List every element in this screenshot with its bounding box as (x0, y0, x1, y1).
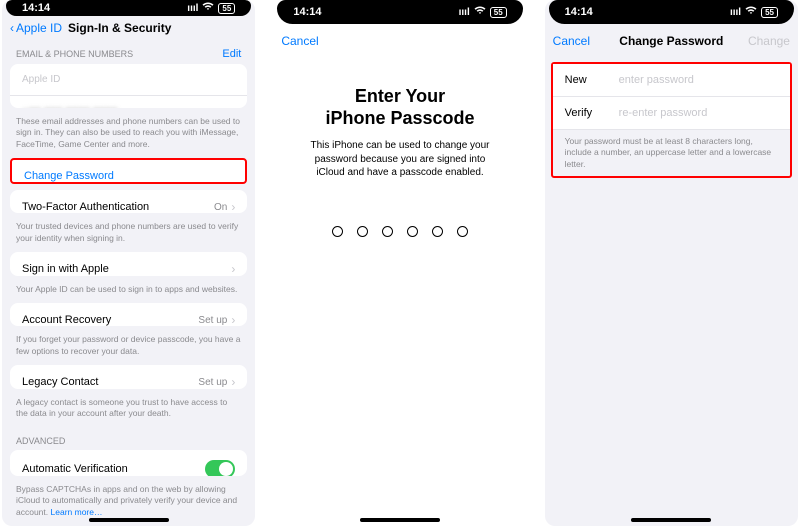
home-indicator[interactable] (631, 518, 711, 522)
signal-icon: ıııl (459, 7, 470, 18)
autoverify-row: Automatic Verification (10, 450, 247, 476)
password-form: New Verify Your password must be at leas… (551, 62, 792, 178)
signal-icon: ıııl (730, 7, 741, 18)
passcode-dot (382, 226, 393, 237)
recovery-label: Account Recovery (22, 314, 111, 326)
status-icons: ıııl 55 (730, 6, 778, 18)
status-bar: 14:14 ıııl 55 (549, 0, 794, 24)
home-indicator[interactable] (89, 518, 169, 522)
title-line-1: Enter Your (355, 86, 445, 106)
home-indicator[interactable] (360, 518, 440, 522)
status-time: 14:14 (565, 6, 593, 18)
apple-id-label: Apple ID (22, 74, 60, 85)
section-header-email: EMAIL & PHONE NUMBERS Edit (2, 40, 255, 64)
siwa-desc: Your Apple ID can be used to sign in to … (2, 282, 255, 303)
siwa-label: Sign in with Apple (22, 263, 109, 275)
new-password-input[interactable] (619, 74, 778, 86)
status-icons: ıııl 55 (187, 2, 235, 14)
new-password-row: New (553, 64, 790, 97)
battery-icon: 55 (490, 7, 507, 18)
status-bar: 14:14 ıııl 55 (6, 0, 251, 16)
advanced-label: ADVANCED (16, 436, 65, 446)
passcode-dot (357, 226, 368, 237)
verify-password-input[interactable] (619, 107, 778, 119)
section-header-label: EMAIL & PHONE NUMBERS (16, 49, 133, 59)
section-header-advanced: ADVANCED (2, 428, 255, 450)
two-factor-label: Two-Factor Authentication (22, 201, 149, 213)
battery-icon: 55 (218, 3, 235, 14)
legacy-row[interactable]: Legacy Contact Set up › (10, 365, 247, 388)
nav-bar: Cancel (273, 24, 526, 58)
back-label: Apple ID (16, 21, 62, 35)
phone-enter-passcode: 14:14 ıııl 55 Cancel Enter Your iPhone P… (273, 0, 526, 526)
chevron-right-icon: › (231, 375, 235, 388)
autoverify-desc-text: Bypass CAPTCHAs in apps and on the web b… (16, 484, 237, 517)
phone-signin-security: 14:14 ıııl 55 ‹ Apple ID Sign-In & Secur… (2, 0, 255, 526)
change-action[interactable]: Change (748, 34, 790, 48)
recovery-card: Account Recovery Set up › (10, 303, 247, 326)
recovery-desc: If you forget your password or device pa… (2, 332, 255, 365)
wifi-icon (745, 6, 757, 18)
chevron-left-icon: ‹ (10, 21, 14, 35)
passcode-dot (407, 226, 418, 237)
legacy-label: Legacy Contact (22, 376, 98, 388)
signal-icon: ıııl (187, 3, 198, 14)
phone-row[interactable]: +## ### #### #### (10, 95, 247, 108)
change-password-card: Change Password (10, 158, 247, 184)
verify-label: Verify (565, 107, 619, 119)
two-factor-desc: Your trusted devices and phone numbers a… (2, 219, 255, 252)
two-factor-row[interactable]: Two-Factor Authentication On › (10, 190, 247, 213)
status-bar: 14:14 ıııl 55 (277, 0, 522, 24)
edit-button[interactable]: Edit (222, 48, 241, 60)
battery-icon: 55 (761, 7, 778, 18)
back-button[interactable]: ‹ Apple ID (10, 21, 62, 35)
legacy-desc: A legacy contact is someone you trust to… (2, 395, 255, 428)
verify-password-row: Verify (553, 97, 790, 130)
recovery-row[interactable]: Account Recovery Set up › (10, 303, 247, 326)
change-password-button[interactable]: Change Password (12, 160, 245, 184)
siwa-card: Sign in with Apple › (10, 252, 247, 275)
cancel-button[interactable]: Cancel (553, 34, 590, 48)
status-time: 14:14 (22, 2, 50, 14)
learn-more-link[interactable]: Learn more… (51, 507, 103, 517)
title-line-2: iPhone Passcode (325, 108, 474, 128)
apple-id-row[interactable]: Apple ID (10, 64, 247, 95)
change-password-label: Change Password (24, 170, 114, 182)
phone-change-password: 14:14 ıııl 55 Cancel Change Password Cha… (545, 0, 798, 526)
new-label: New (565, 74, 619, 86)
two-factor-value: On (214, 202, 227, 213)
passcode-dot (332, 226, 343, 237)
passcode-dots[interactable] (273, 226, 526, 237)
email-card: Apple ID +## ### #### #### (10, 64, 247, 108)
siwa-row[interactable]: Sign in with Apple › (10, 252, 247, 275)
recovery-value: Set up (198, 315, 227, 326)
email-desc: These email addresses and phone numbers … (2, 114, 255, 158)
autoverify-toggle[interactable] (205, 460, 235, 476)
wifi-icon (202, 2, 214, 14)
page-title: Sign-In & Security (68, 21, 171, 35)
chevron-right-icon: › (231, 200, 235, 213)
autoverify-card: Automatic Verification (10, 450, 247, 476)
passcode-desc: This iPhone can be used to change your p… (273, 139, 526, 180)
legacy-value: Set up (198, 377, 227, 388)
legacy-card: Legacy Contact Set up › (10, 365, 247, 388)
autoverify-label: Automatic Verification (22, 463, 128, 475)
password-requirements: Your password must be at least 8 charact… (553, 130, 790, 170)
status-time: 14:14 (293, 6, 321, 18)
passcode-dot (457, 226, 468, 237)
passcode-dot (432, 226, 443, 237)
passcode-title: Enter Your iPhone Passcode (273, 58, 526, 139)
nav-bar: Cancel Change Password Change (545, 24, 798, 58)
wifi-icon (474, 6, 486, 18)
chevron-right-icon: › (231, 262, 235, 275)
two-factor-card: Two-Factor Authentication On › (10, 190, 247, 213)
phone-value: +## ### #### #### (22, 106, 117, 108)
cancel-button[interactable]: Cancel (281, 34, 318, 48)
chevron-right-icon: › (231, 313, 235, 326)
nav-bar: ‹ Apple ID Sign-In & Security (2, 16, 255, 39)
status-icons: ıııl 55 (459, 6, 507, 18)
